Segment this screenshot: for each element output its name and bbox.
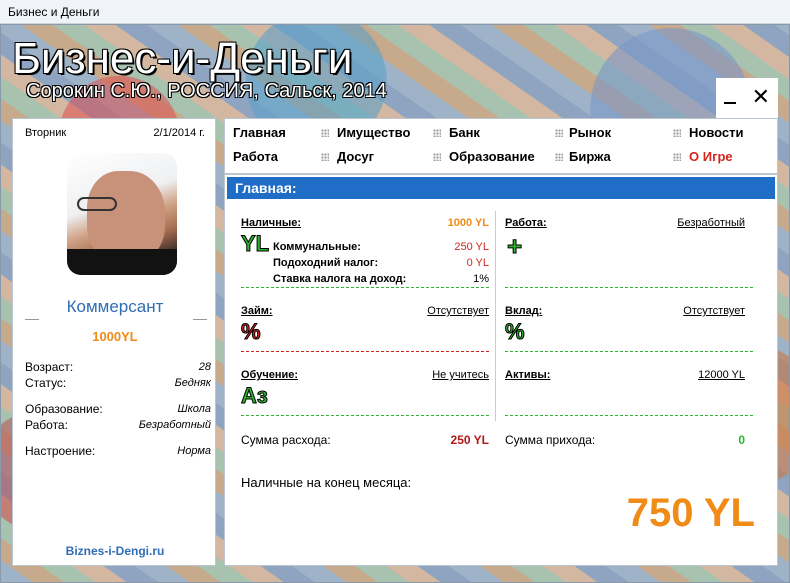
nav-exchange[interactable]: Биржа: [569, 149, 611, 164]
stat-value: Безработный: [138, 419, 211, 431]
avatar-shirt: [67, 249, 177, 275]
income-label: Сумма прихода:: [505, 433, 596, 447]
work-label[interactable]: Работа:: [505, 217, 547, 229]
section-title: Главная:: [227, 177, 775, 199]
stat-education: Образование: Школа: [25, 401, 211, 417]
nav-property[interactable]: Имущество: [337, 125, 410, 140]
stat-mood: Настроение: Норма: [25, 443, 211, 459]
stat-work: Работа: Безработный: [25, 417, 211, 433]
app-title: Бизнес-и-Деньги: [12, 34, 353, 83]
end-month-value: 750 YL: [626, 491, 755, 535]
rank-divider-right: [193, 319, 207, 320]
window-buttons: ✕: [716, 78, 778, 118]
stat-value: Норма: [177, 445, 211, 457]
window-title-bar: Бизнес и Деньги: [0, 0, 790, 24]
rank-divider-left: [25, 319, 39, 320]
dots-icon: [433, 153, 441, 161]
end-month-label: Наличные на конец месяца:: [241, 475, 412, 490]
cash-icon: YL: [240, 231, 270, 257]
nav-education[interactable]: Образование: [449, 149, 535, 164]
window-title: Бизнес и Деньги: [8, 5, 100, 19]
stat-value: 28: [198, 361, 211, 373]
nav-bank[interactable]: Банк: [449, 125, 480, 140]
nav-leisure[interactable]: Досуг: [337, 149, 374, 164]
assets-value[interactable]: 12000 YL: [645, 369, 745, 381]
work-value[interactable]: Безработный: [645, 217, 745, 229]
site-link[interactable]: Biznes-i-Dengi.ru: [13, 544, 217, 558]
stat-label: Возраст:: [25, 360, 74, 374]
nav-market[interactable]: Рынок: [569, 125, 611, 140]
nav-work[interactable]: Работа: [233, 149, 278, 164]
expense-label: Сумма расхода:: [241, 433, 331, 447]
profile-panel: Вторник 2/1/2014 г. Коммерсант 1000YL Во…: [12, 118, 216, 566]
player-money: 1000YL: [92, 329, 138, 344]
cash-value: 1000 YL: [447, 217, 489, 229]
column-divider: [495, 211, 496, 421]
dots-icon: [555, 153, 563, 161]
dots-icon: [673, 153, 681, 161]
main-panel: Главная: Наличные: 1000 YL YL Коммунальн…: [224, 174, 778, 566]
nav-home[interactable]: Главная: [233, 125, 286, 140]
avatar-glasses: [77, 197, 117, 211]
weekday: Вторник: [25, 127, 67, 139]
dots-icon: [321, 129, 329, 137]
stat-status: Статус: Бедняк: [25, 375, 211, 391]
stat-value: Бедняк: [174, 377, 211, 389]
income-tax-value: 0 YL: [466, 257, 489, 269]
app-subtitle: Сорокин С.Ю., РОССИЯ, Сальск, 2014: [26, 80, 387, 102]
nav-about[interactable]: О Игре: [689, 149, 733, 164]
percent-icon: %: [241, 319, 262, 345]
player-rank: Коммерсант: [66, 297, 164, 316]
tax-rate-label: Ставка налога на доход:: [273, 273, 407, 285]
date-row: Вторник 2/1/2014 г.: [13, 119, 215, 139]
dots-icon: [321, 153, 329, 161]
divider: [241, 287, 489, 288]
stat-age: Возраст: 28: [25, 359, 211, 375]
stat-label: Настроение:: [25, 444, 96, 458]
player-stats: Возраст: 28 Статус: Бедняк Образование: …: [25, 359, 211, 459]
assets-label[interactable]: Активы:: [505, 369, 550, 381]
plus-icon: +: [506, 231, 523, 262]
divider: [505, 287, 753, 288]
stat-value: Школа: [177, 403, 211, 415]
cash-label[interactable]: Наличные:: [241, 217, 301, 229]
main-nav: Главная Имущество Банк Рынок Новости Раб…: [224, 118, 778, 174]
deposit-label[interactable]: Вклад:: [505, 305, 542, 317]
income-tax-label: Подоходний налог:: [273, 257, 379, 269]
education-label[interactable]: Обучение:: [241, 369, 298, 381]
current-date: 2/1/2014 г.: [153, 127, 205, 139]
divider: [241, 351, 489, 352]
stat-label: Образование:: [25, 402, 103, 416]
divider: [241, 415, 489, 416]
income-value: 0: [738, 433, 745, 447]
percent-icon: %: [505, 319, 526, 345]
utilities-label: Коммунальные:: [273, 241, 361, 253]
dots-icon: [555, 129, 563, 137]
alphabet-icon: Аз: [241, 383, 269, 409]
deposit-value[interactable]: Отсутствует: [645, 305, 745, 317]
stat-label: Статус:: [25, 376, 67, 390]
dots-icon: [673, 129, 681, 137]
minimize-icon[interactable]: [723, 102, 736, 104]
close-icon[interactable]: ✕: [752, 87, 770, 109]
nav-news[interactable]: Новости: [689, 125, 744, 140]
loan-label[interactable]: Займ:: [241, 305, 273, 317]
expense-value: 250 YL: [450, 433, 489, 447]
divider: [505, 415, 753, 416]
divider: [505, 351, 753, 352]
dots-icon: [433, 129, 441, 137]
education-value[interactable]: Не учитесь: [385, 369, 489, 381]
tax-rate-value: 1%: [473, 273, 489, 285]
stat-label: Работа:: [25, 418, 68, 432]
loan-value[interactable]: Отсутствует: [385, 305, 489, 317]
avatar: [67, 153, 177, 275]
utilities-value: 250 YL: [454, 241, 489, 253]
